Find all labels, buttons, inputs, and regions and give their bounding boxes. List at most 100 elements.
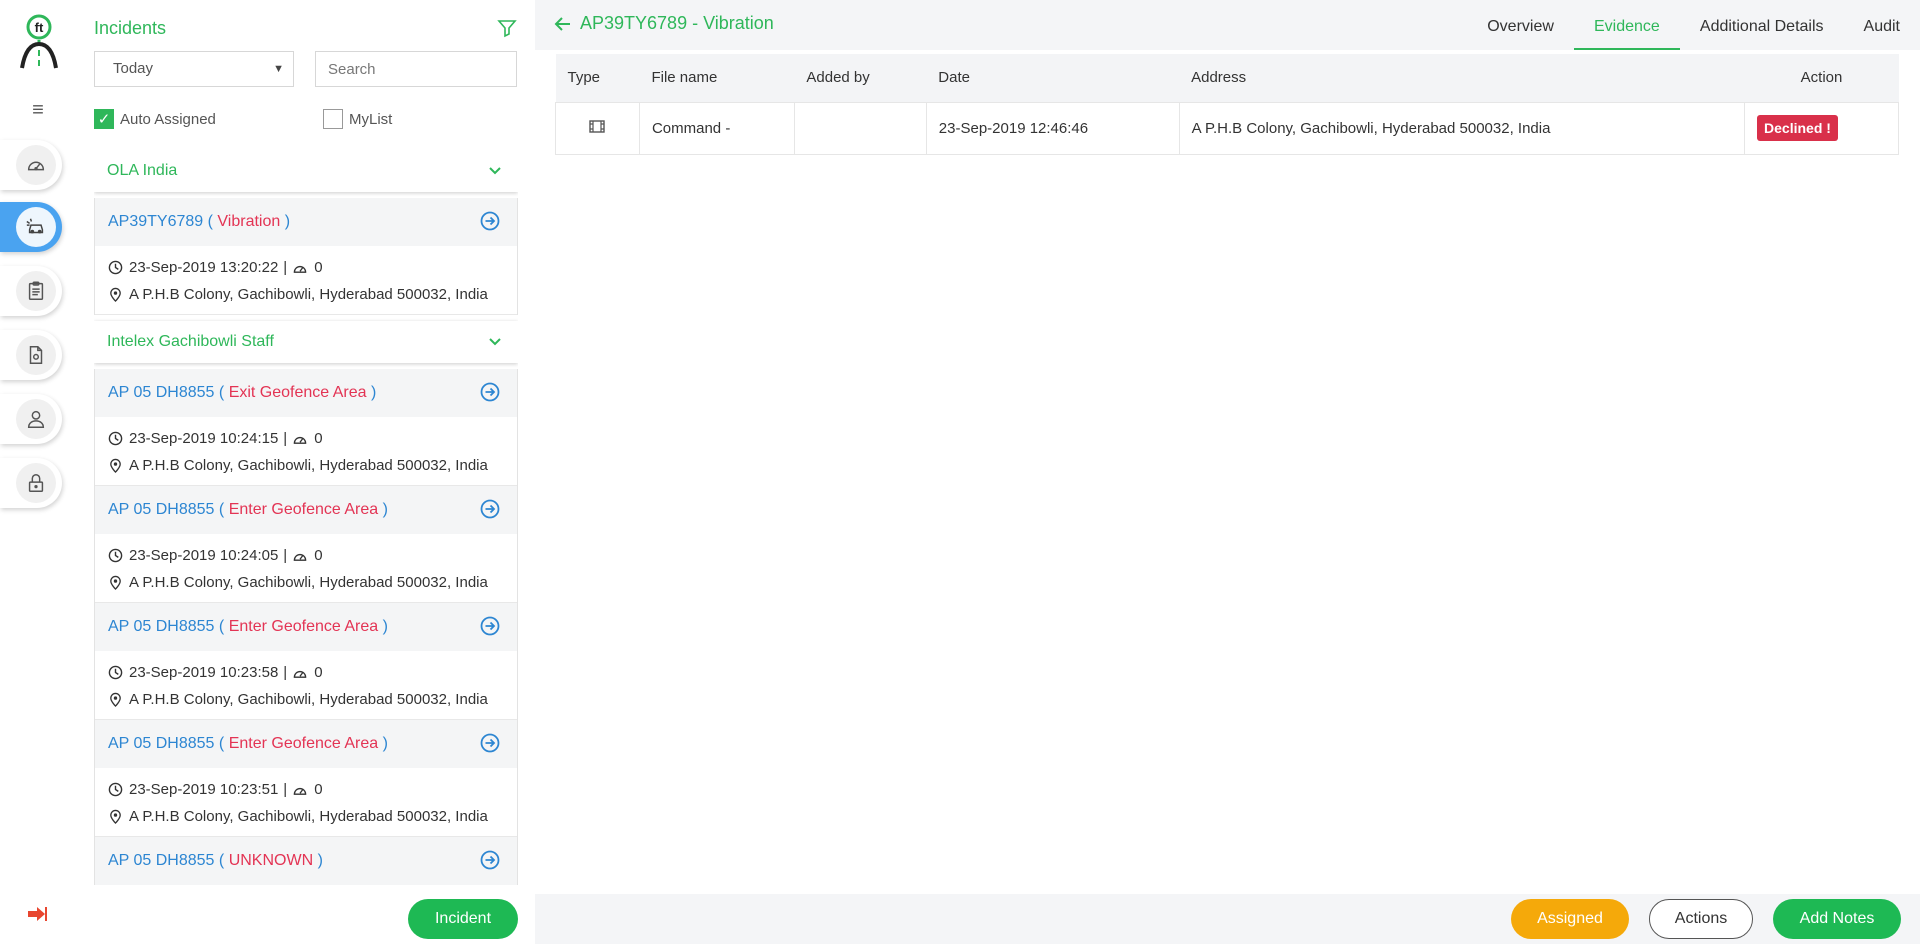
auto-assigned-checkbox[interactable]: ✓ Auto Assigned — [94, 109, 216, 129]
incident-address: A P.H.B Colony, Gachibowli, Hyderabad 50… — [129, 574, 488, 591]
incident-datetime: 23-Sep-2019 13:20:22 — [129, 259, 279, 276]
group-name: Intelex Gachibowli Staff — [107, 333, 274, 350]
group-header[interactable]: OLA India — [94, 150, 518, 192]
speedometer-icon — [293, 670, 307, 678]
clock-icon — [108, 431, 123, 446]
date-filter-value: Today — [113, 60, 154, 77]
app-logo: ft — [18, 14, 60, 70]
sidebar-item-users[interactable] — [0, 394, 62, 444]
column-header-date: Date — [926, 54, 1180, 102]
map-pin-icon — [110, 287, 121, 302]
filter-icon[interactable] — [497, 18, 517, 38]
tab-additional-details[interactable]: Additional Details — [1680, 0, 1844, 50]
group-header[interactable]: Intelex Gachibowli Staff — [94, 321, 518, 363]
event-type: Enter Geofence Area — [228, 735, 379, 752]
event-type: Enter Geofence Area — [228, 618, 379, 635]
hamburger-menu-icon[interactable]: ≡ — [26, 100, 50, 120]
incident-card-header[interactable]: AP 05 DH8855 ( UNKNOWN ) — [95, 837, 517, 885]
incident-card: AP 05 DH8855 ( UNKNOWN ) — [94, 837, 518, 885]
arrow-circle-right-icon[interactable] — [480, 616, 500, 636]
sidebar-item-dashboard[interactable] — [0, 140, 62, 190]
file-name-cell: Command - — [638, 101, 795, 155]
map-pin-icon — [110, 458, 121, 473]
evidence-table: Type File name Added by Date Address Act… — [555, 54, 1899, 155]
sidebar-item-documents[interactable] — [0, 330, 62, 380]
incident-card-body: 23-Sep-2019 10:24:15 | 0 A P.H.B Colony,… — [95, 417, 517, 486]
declined-badge[interactable]: Declined ! — [1757, 115, 1838, 141]
sidebar-item-security[interactable] — [0, 458, 62, 508]
arrow-circle-right-icon[interactable] — [480, 499, 500, 519]
incident-card-header[interactable]: AP 05 DH8855 ( Enter Geofence Area ) — [95, 720, 517, 768]
car-crash-icon — [16, 207, 56, 247]
speedometer-icon — [293, 553, 307, 561]
group-name: OLA India — [107, 162, 178, 179]
clock-icon — [108, 548, 123, 563]
incident-detail: AP39TY6789 - Vibration Overview Evidence… — [535, 0, 1920, 944]
incident-card: AP 05 DH8855 ( Enter Geofence Area ) 23-… — [94, 486, 518, 603]
vehicle-number: AP 05 DH8855 — [108, 852, 215, 869]
clock-icon — [108, 665, 123, 680]
incident-button[interactable]: Incident — [408, 899, 518, 939]
arrow-circle-right-icon[interactable] — [480, 211, 500, 231]
incident-card-body: 23-Sep-2019 10:23:51 | 0 A P.H.B Colony,… — [95, 768, 517, 837]
vehicle-number: AP 05 DH8855 — [108, 735, 215, 752]
event-type: Vibration — [217, 213, 281, 230]
incident-address: A P.H.B Colony, Gachibowli, Hyderabad 50… — [129, 691, 488, 708]
arrow-circle-right-icon[interactable] — [480, 733, 500, 753]
clipboard-icon — [16, 271, 56, 311]
incident-datetime: 23-Sep-2019 10:23:51 — [129, 781, 279, 798]
panel-title: Incidents — [94, 18, 167, 38]
vehicle-number: AP 05 DH8855 — [108, 618, 215, 635]
incident-speed: 0 — [314, 664, 323, 681]
incident-card-body: 23-Sep-2019 10:23:58 | 0 A P.H.B Colony,… — [95, 651, 517, 720]
incident-datetime: 23-Sep-2019 10:24:05 — [129, 547, 279, 564]
type-cell — [555, 101, 640, 155]
map-pin-icon — [110, 575, 121, 590]
tab-audit[interactable]: Audit — [1844, 0, 1920, 50]
tab-evidence[interactable]: Evidence — [1573, 0, 1680, 50]
search-input[interactable] — [315, 51, 517, 87]
incident-card-header[interactable]: AP 05 DH8855 ( Enter Geofence Area ) — [95, 603, 517, 651]
caret-down-icon: ▼ — [273, 63, 284, 75]
sidebar-item-reports[interactable] — [0, 266, 62, 316]
incident-address: A P.H.B Colony, Gachibowli, Hyderabad 50… — [129, 286, 488, 303]
sidebar-item-incidents[interactable] — [0, 202, 62, 252]
map-pin-icon — [110, 692, 121, 707]
action-footer: Assigned Actions Add Notes — [535, 894, 1920, 944]
chevron-down-icon — [489, 167, 501, 175]
column-header-address: Address — [1179, 54, 1745, 102]
vehicle-number: AP39TY6789 — [108, 213, 204, 230]
add-notes-button[interactable]: Add Notes — [1773, 899, 1901, 939]
incident-speed: 0 — [314, 259, 323, 276]
incident-card-body: 23-Sep-2019 10:24:05 | 0 A P.H.B Colony,… — [95, 534, 517, 603]
incident-card-header[interactable]: AP 05 DH8855 ( Enter Geofence Area ) — [95, 486, 517, 534]
date-filter-select[interactable]: Today ▼ — [94, 51, 294, 87]
added-by-cell — [793, 101, 927, 155]
mylist-checkbox[interactable]: MyList — [323, 109, 392, 129]
user-icon — [16, 399, 56, 439]
tab-overview[interactable]: Overview — [1467, 0, 1574, 50]
date-cell: 23-Sep-2019 12:46:46 — [925, 101, 1180, 155]
actions-button[interactable]: Actions — [1649, 899, 1753, 939]
clock-icon — [108, 260, 123, 275]
arrow-circle-right-icon[interactable] — [480, 850, 500, 870]
speedometer-icon — [16, 145, 56, 185]
map-pin-icon — [110, 809, 121, 824]
page-title: AP39TY6789 - Vibration — [580, 13, 774, 33]
assigned-button[interactable]: Assigned — [1511, 899, 1629, 939]
incident-card: AP 05 DH8855 ( Enter Geofence Area ) 23-… — [94, 603, 518, 720]
action-cell: Declined ! — [1744, 101, 1899, 155]
logout-icon[interactable] — [28, 906, 48, 922]
film-icon[interactable] — [589, 119, 606, 133]
incident-card-header[interactable]: AP39TY6789 ( Vibration ) — [95, 198, 517, 246]
event-type: Enter Geofence Area — [228, 501, 379, 518]
lock-icon — [16, 463, 56, 503]
incident-card: AP39TY6789 ( Vibration ) 23-Sep-2019 13:… — [94, 198, 518, 315]
incident-speed: 0 — [314, 547, 323, 564]
incident-datetime: 23-Sep-2019 10:23:58 — [129, 664, 279, 681]
back-arrow-icon[interactable] — [554, 15, 572, 33]
column-header-action: Action — [1744, 54, 1899, 102]
arrow-circle-right-icon[interactable] — [480, 382, 500, 402]
incidents-panel: Incidents Today ▼ ✓ Auto Assigned MyList… — [75, 0, 535, 944]
incident-card-header[interactable]: AP 05 DH8855 ( Exit Geofence Area ) — [95, 369, 517, 417]
